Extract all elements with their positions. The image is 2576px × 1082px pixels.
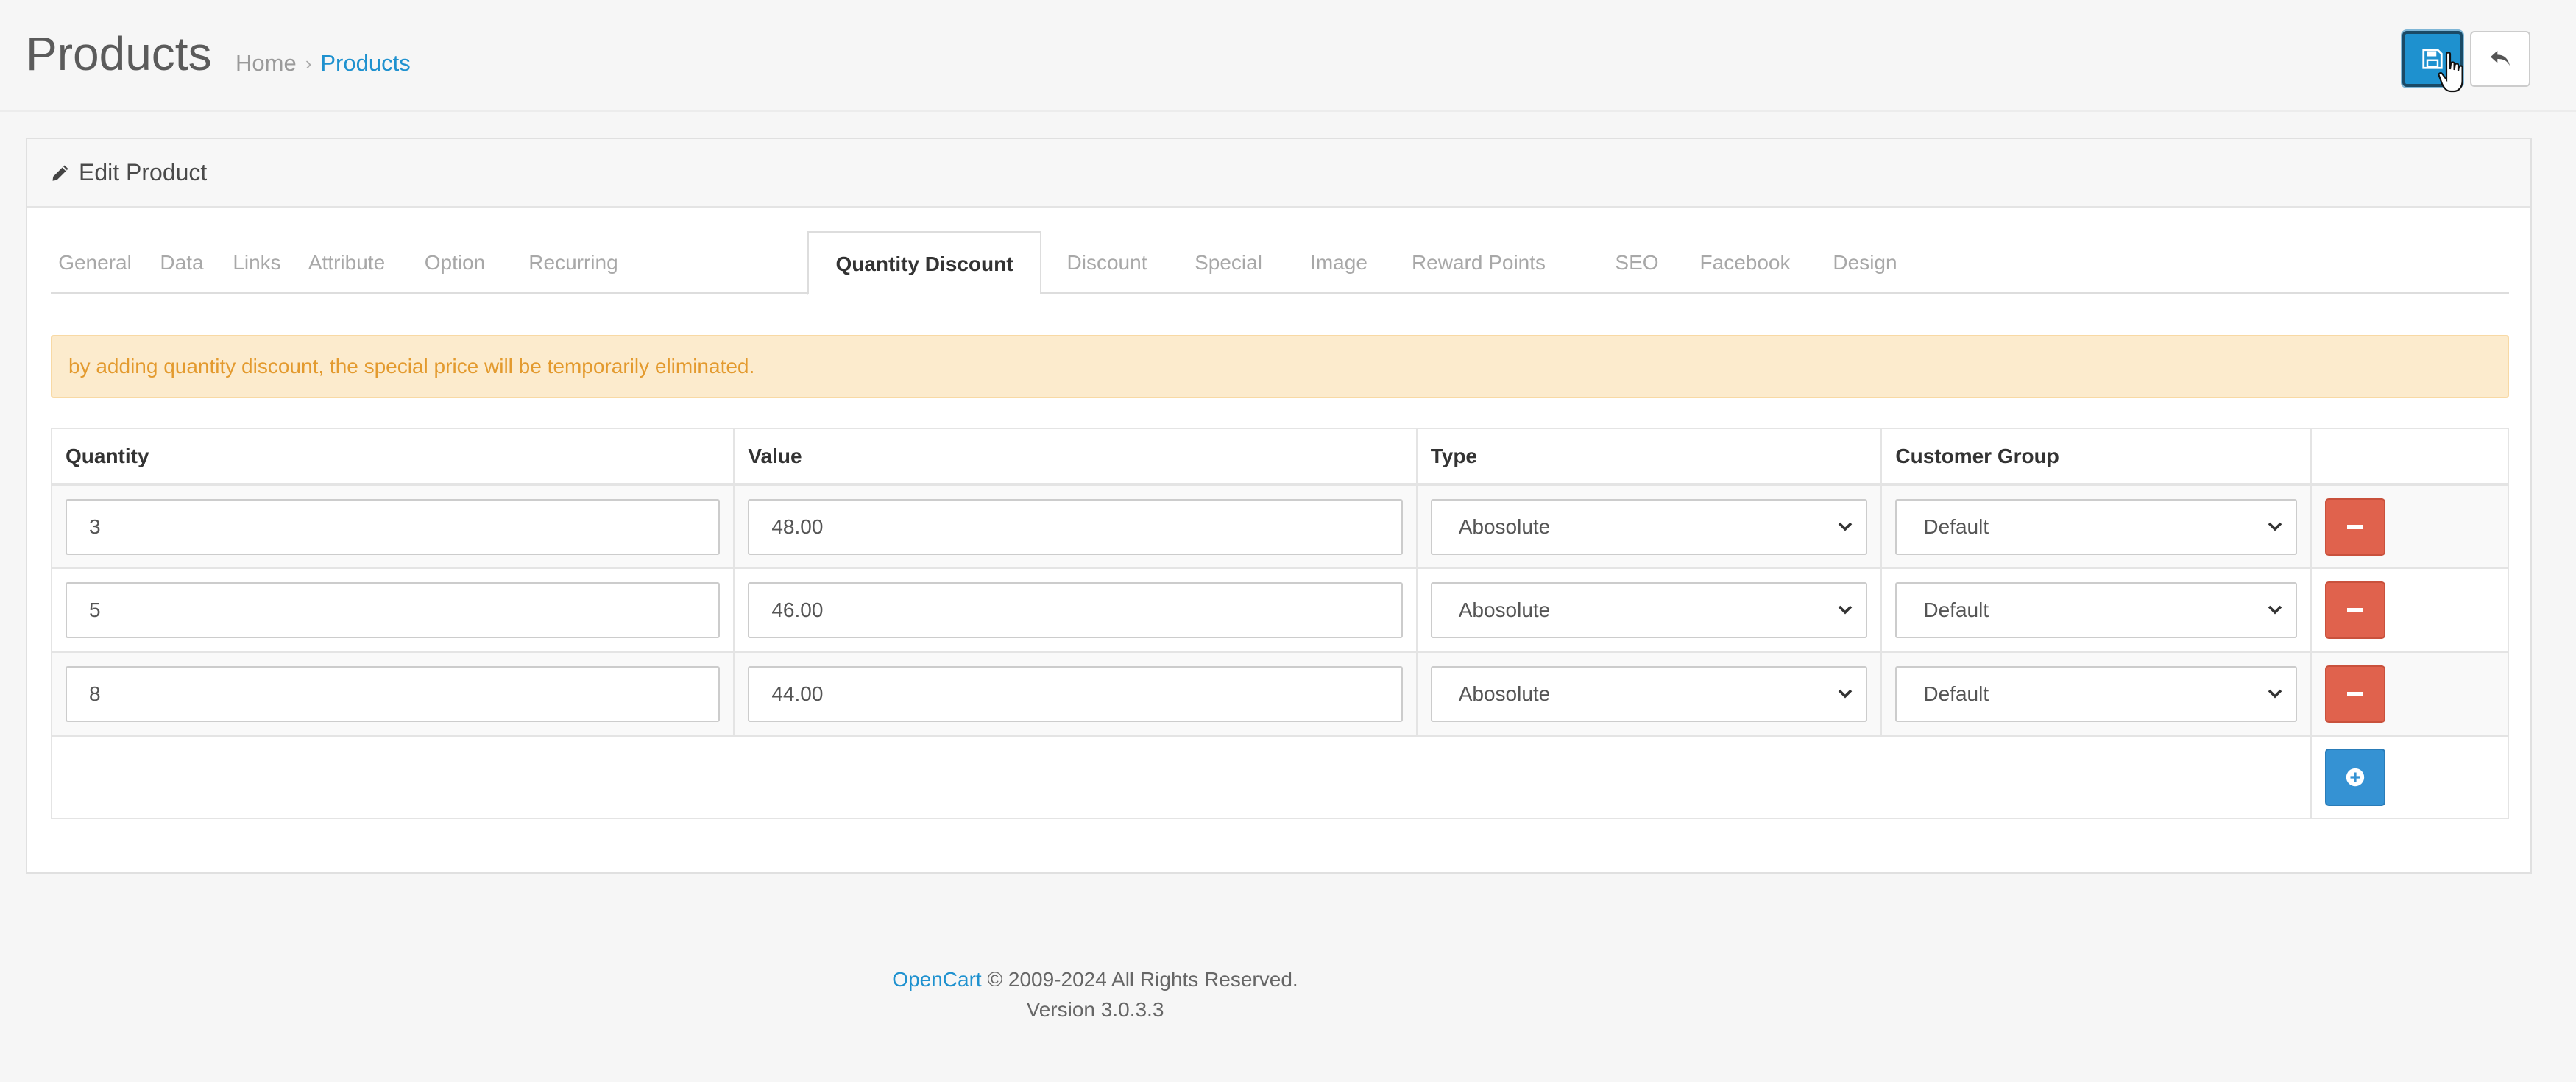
- chevron-down-icon: [1839, 522, 1853, 531]
- breadcrumb-products[interactable]: Products: [320, 50, 410, 77]
- warning-alert: by adding quantity discount, the special…: [51, 335, 2509, 398]
- page-title: Products: [26, 27, 212, 80]
- version-text: Version 3.0.3.3: [1026, 998, 1164, 1021]
- customer-group-select[interactable]: Default: [1895, 666, 2298, 722]
- table-row: 5 46.00 Abosolute Default: [50, 567, 2509, 653]
- table-footer-row: [50, 735, 2509, 819]
- value-input[interactable]: 46.00: [748, 582, 1403, 638]
- remove-row-button[interactable]: [2325, 665, 2386, 723]
- page-header: Products Home › Products: [0, 0, 2576, 112]
- pencil-icon: [52, 164, 68, 181]
- hand-cursor-icon: [2438, 52, 2463, 93]
- customer-group-select-value: Default: [1923, 515, 1989, 538]
- product-tabs: General Data Links Attribute Option Recu…: [51, 231, 2509, 295]
- remove-row-button[interactable]: [2325, 581, 2386, 639]
- add-discount-button[interactable]: [2325, 749, 2386, 806]
- reply-icon: [2491, 50, 2510, 66]
- opencart-link[interactable]: OpenCart: [892, 968, 981, 991]
- panel-heading: Edit Product: [27, 139, 2530, 208]
- type-select-value: Abosolute: [1458, 598, 1551, 621]
- tab-option[interactable]: Option: [407, 231, 503, 294]
- column-header-value: Value: [733, 428, 1418, 486]
- plus-circle-icon: [2346, 768, 2365, 787]
- breadcrumb-separator-icon: ›: [305, 52, 312, 74]
- type-select-value: Abosolute: [1458, 515, 1551, 538]
- breadcrumb: Home › Products: [236, 50, 411, 77]
- type-select[interactable]: Abosolute: [1430, 666, 1868, 722]
- chevron-down-icon: [2268, 689, 2282, 699]
- chevron-down-icon: [1839, 605, 1853, 615]
- chevron-down-icon: [2268, 605, 2282, 615]
- tab-special[interactable]: Special: [1177, 231, 1280, 294]
- copyright-line: OpenCart © 2009-2024 All Rights Reserved…: [889, 964, 1301, 994]
- table-row: 8 44.00 Abosolute Default: [50, 651, 2509, 737]
- discount-table: Quantity Value Type Customer Group 3 48.…: [50, 428, 2509, 819]
- tab-facebook[interactable]: Facebook: [1686, 231, 1804, 294]
- customer-group-select[interactable]: Default: [1895, 498, 2298, 555]
- chevron-down-icon: [1839, 689, 1853, 699]
- column-header-type: Type: [1415, 428, 1883, 486]
- panel-heading-label: Edit Product: [79, 159, 208, 185]
- table-row: 3 48.00 Abosolute Default: [50, 484, 2509, 569]
- edit-product-panel: Edit Product General Data Links Attribut…: [26, 138, 2532, 874]
- column-header-actions: [2310, 428, 2509, 486]
- value-input[interactable]: 48.00: [748, 498, 1403, 555]
- column-header-quantity: Quantity: [50, 428, 735, 486]
- chevron-down-icon: [2268, 522, 2282, 531]
- tab-general[interactable]: General: [51, 231, 139, 294]
- tab-design[interactable]: Design: [1817, 231, 1913, 294]
- customer-group-select-value: Default: [1923, 598, 1989, 621]
- back-button[interactable]: [2470, 31, 2530, 87]
- tab-discount[interactable]: Discount: [1052, 231, 1162, 294]
- breadcrumb-home[interactable]: Home: [236, 50, 297, 77]
- minus-icon: [2347, 524, 2364, 529]
- tab-attribute[interactable]: Attribute: [295, 231, 398, 294]
- quantity-input[interactable]: 5: [66, 582, 721, 638]
- tab-image[interactable]: Image: [1295, 231, 1383, 294]
- type-select[interactable]: Abosolute: [1430, 582, 1868, 638]
- customer-group-select[interactable]: Default: [1895, 582, 2298, 638]
- value-input[interactable]: 44.00: [748, 666, 1403, 722]
- tab-reward-points[interactable]: Reward Points: [1398, 231, 1560, 294]
- copyright-text: © 2009-2024 All Rights Reserved.: [981, 968, 1298, 991]
- column-header-customer-group: Customer Group: [1880, 428, 2313, 486]
- minus-icon: [2347, 608, 2364, 612]
- table-footer-spacer: [50, 735, 2313, 819]
- tab-recurring[interactable]: Recurring: [514, 231, 632, 294]
- remove-row-button[interactable]: [2325, 498, 2386, 556]
- tab-data[interactable]: Data: [145, 231, 219, 294]
- tab-quantity-discount[interactable]: Quantity Discount: [807, 231, 1041, 295]
- type-select-value: Abosolute: [1458, 682, 1551, 705]
- tab-seo[interactable]: SEO: [1604, 231, 1670, 294]
- tab-links[interactable]: Links: [220, 231, 294, 294]
- minus-icon: [2347, 692, 2364, 696]
- customer-group-select-value: Default: [1923, 682, 1989, 705]
- quantity-input[interactable]: 8: [66, 666, 721, 722]
- quantity-input[interactable]: 3: [66, 498, 721, 555]
- type-select[interactable]: Abosolute: [1430, 498, 1868, 555]
